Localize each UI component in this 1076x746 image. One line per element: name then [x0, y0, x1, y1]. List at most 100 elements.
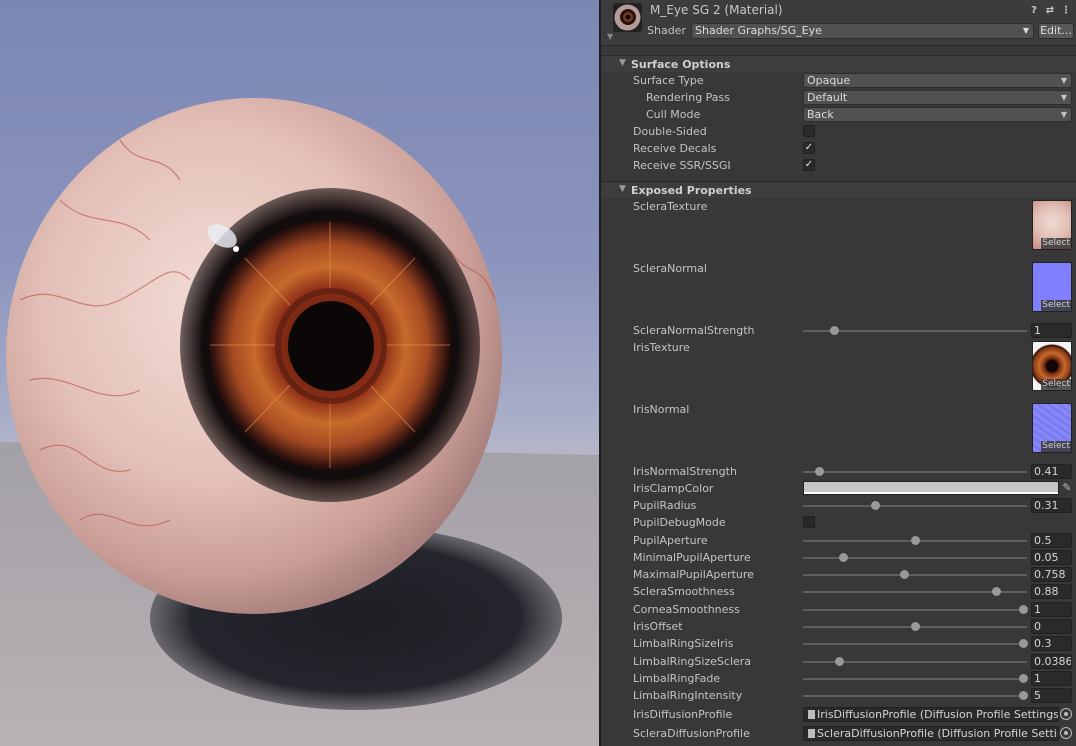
- limbal-ring-fade-field[interactable]: 1: [1031, 671, 1072, 686]
- help-icon[interactable]: ?: [1028, 4, 1040, 16]
- material-preview-thumbnail: [613, 3, 642, 32]
- slider-thumb[interactable]: [814, 467, 824, 476]
- slider-thumb[interactable]: [911, 536, 920, 545]
- double-sided-checkbox[interactable]: [803, 125, 815, 137]
- limbal-ring-size-sclera-field[interactable]: 0.0386: [1031, 654, 1072, 669]
- slider-thumb[interactable]: [911, 622, 920, 631]
- shader-value: Shader Graphs/SG_Eye: [695, 24, 822, 37]
- iris-offset-slider[interactable]: [803, 618, 1027, 635]
- cornea-smoothness-slider[interactable]: [803, 601, 1028, 618]
- sclera-normal-strength-slider[interactable]: [803, 322, 1027, 339]
- asset-icon: [808, 710, 815, 719]
- iris-normal-strength-field[interactable]: 0.41: [1031, 464, 1072, 479]
- limbal-ring-fade-slider[interactable]: [803, 670, 1028, 687]
- iris-texture-slot[interactable]: Select: [1032, 341, 1072, 391]
- dropdown-arrow-icon: ▼: [1060, 93, 1067, 102]
- row-sclera-smoothness: ScleraSmoothness 0.88: [601, 583, 1076, 600]
- row-iris-normal-strength: IrisNormalStrength 0.41: [601, 463, 1076, 480]
- limbal-ring-size-sclera-slider[interactable]: [803, 653, 1027, 670]
- surface-type-dropdown[interactable]: Opaque ▼: [803, 73, 1072, 88]
- object-picker-icon[interactable]: [1060, 727, 1072, 739]
- pupil-debug-mode-label: PupilDebugMode: [633, 516, 726, 529]
- slider-track: [803, 695, 1027, 697]
- min-pupil-aperture-slider[interactable]: [803, 549, 1027, 566]
- sclera-texture-label: ScleraTexture: [633, 200, 708, 213]
- max-pupil-aperture-slider[interactable]: [803, 566, 1027, 583]
- iris-normal-label: IrisNormal: [633, 403, 690, 416]
- pupil-aperture-slider[interactable]: [803, 532, 1027, 549]
- scene-viewport[interactable]: [0, 0, 599, 746]
- object-picker-icon[interactable]: [1060, 708, 1072, 720]
- section-surface-options[interactable]: ▼ Surface Options: [601, 55, 1076, 72]
- slider-thumb[interactable]: [830, 326, 840, 335]
- iris-offset-field[interactable]: 0: [1031, 619, 1072, 634]
- slider-thumb[interactable]: [839, 553, 849, 562]
- max-pupil-aperture-field[interactable]: 0.758: [1031, 567, 1072, 582]
- sclera-texture-slot[interactable]: Select: [1032, 200, 1072, 250]
- sclera-normal-strength-field[interactable]: 1: [1031, 323, 1072, 338]
- row-surface-type: Surface Type Opaque ▼: [601, 72, 1076, 89]
- limbal-ring-size-iris-field[interactable]: 0.3: [1031, 636, 1072, 651]
- limbal-ring-size-sclera-label: LimbalRingSizeSclera: [633, 655, 752, 668]
- slider-track: [803, 643, 1027, 645]
- row-rendering-pass: Rendering Pass Default ▼: [601, 89, 1076, 106]
- dropdown-arrow-icon: ▼: [1022, 26, 1029, 35]
- eye-render: [0, 98, 599, 746]
- header-icons: ? ⇄ ⋮: [1028, 4, 1072, 16]
- dropdown-arrow-icon: ▼: [1060, 76, 1067, 85]
- material-title: M_Eye SG 2 (Material): [650, 3, 783, 17]
- pupil-radius-label: PupilRadius: [633, 499, 697, 512]
- limbal-ring-intensity-slider[interactable]: [803, 687, 1028, 704]
- sclera-smoothness-field[interactable]: 0.88: [1031, 584, 1072, 599]
- iris-diffusion-profile-field[interactable]: IrisDiffusionProfile (Diffusion Profile …: [803, 707, 1059, 722]
- min-pupil-aperture-field[interactable]: 0.05: [1031, 550, 1072, 565]
- slider-thumb[interactable]: [1018, 639, 1028, 648]
- sclera-normal-strength-label: ScleraNormalStrength: [633, 324, 755, 337]
- sclera-diffusion-profile-label: ScleraDiffusionProfile: [633, 727, 750, 740]
- iris-normal-slot[interactable]: Select: [1032, 403, 1072, 453]
- limbal-ring-intensity-field[interactable]: 5: [1031, 688, 1072, 703]
- inspector-header: M_Eye SG 2 (Material) ? ⇄ ⋮ ▼ Shader Sha…: [601, 0, 1076, 46]
- iris-normal-strength-slider[interactable]: [803, 463, 1027, 480]
- row-pupil-aperture: PupilAperture 0.5: [601, 532, 1076, 549]
- iris-texture-label: IrisTexture: [633, 341, 690, 354]
- collapse-arrow-icon[interactable]: ▼: [607, 32, 613, 41]
- limbal-ring-size-iris-slider[interactable]: [803, 635, 1028, 652]
- row-iris-clamp-color: IrisClampColor ✎: [601, 480, 1076, 497]
- pupil-debug-mode-checkbox[interactable]: [803, 516, 815, 528]
- slider-thumb[interactable]: [991, 587, 1001, 596]
- iris-diffusion-profile-label: IrisDiffusionProfile: [633, 708, 733, 721]
- row-pupil-debug-mode: PupilDebugMode: [601, 514, 1076, 531]
- rendering-pass-dropdown[interactable]: Default ▼: [803, 90, 1072, 105]
- sclera-normal-slot[interactable]: Select: [1032, 262, 1072, 312]
- row-min-pupil-aperture: MinimalPupilAperture 0.05: [601, 549, 1076, 566]
- eyedropper-icon[interactable]: ✎: [1060, 481, 1074, 495]
- slider-thumb[interactable]: [899, 570, 909, 579]
- receive-decals-checkbox[interactable]: ✓: [803, 142, 815, 154]
- dropdown-arrow-icon: ▼: [1060, 110, 1067, 119]
- shader-dropdown[interactable]: Shader Graphs/SG_Eye ▼: [691, 23, 1034, 39]
- pupil-radius-field[interactable]: 0.31: [1031, 498, 1072, 513]
- sclera-diffusion-profile-field[interactable]: ScleraDiffusionProfile (Diffusion Profil…: [803, 726, 1059, 741]
- slider-thumb[interactable]: [1018, 674, 1028, 683]
- iris-clamp-color-field[interactable]: [803, 481, 1059, 495]
- pupil-aperture-field[interactable]: 0.5: [1031, 533, 1072, 548]
- row-cull-mode: Cull Mode Back ▼: [601, 106, 1076, 123]
- slider-thumb[interactable]: [1018, 605, 1028, 614]
- pupil-radius-slider[interactable]: [803, 497, 1027, 514]
- receive-ssr-checkbox[interactable]: ✓: [803, 159, 815, 171]
- slider-thumb[interactable]: [1018, 691, 1028, 700]
- slider-thumb[interactable]: [834, 657, 844, 666]
- more-icon[interactable]: ⋮: [1060, 4, 1072, 16]
- presets-icon[interactable]: ⇄: [1044, 4, 1056, 16]
- slider-track: [803, 557, 1027, 559]
- cornea-smoothness-field[interactable]: 1: [1031, 602, 1072, 617]
- cull-mode-dropdown[interactable]: Back ▼: [803, 107, 1072, 122]
- row-limbal-ring-intensity: LimbalRingIntensity 5: [601, 687, 1076, 704]
- sclera-smoothness-slider[interactable]: [803, 583, 1027, 600]
- alpha-bar: [804, 492, 1058, 494]
- edit-shader-button[interactable]: Edit...: [1038, 23, 1074, 39]
- slider-thumb[interactable]: [870, 501, 880, 510]
- section-exposed-properties[interactable]: ▼ Exposed Properties: [601, 181, 1076, 198]
- row-cornea-smoothness: CorneaSmoothness 1: [601, 601, 1076, 618]
